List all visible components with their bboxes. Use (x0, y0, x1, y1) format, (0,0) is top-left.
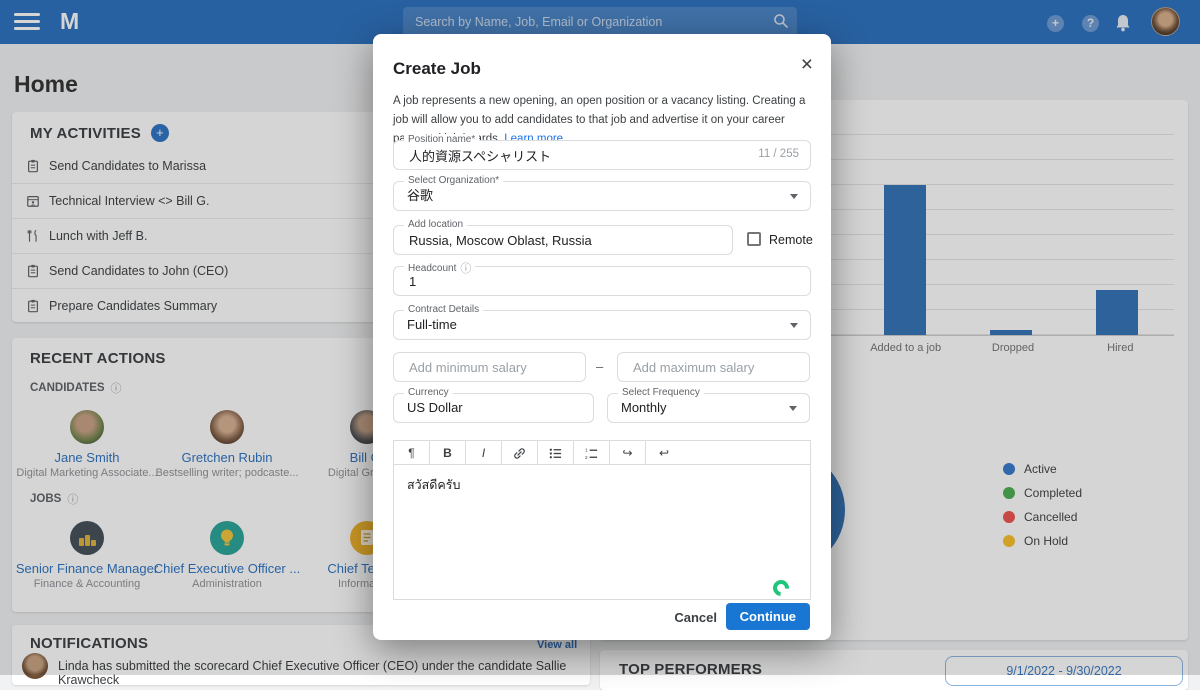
editor-textarea[interactable]: สวัสดีครับ (394, 465, 810, 599)
location-field[interactable]: Add location (393, 225, 733, 255)
position-name-field[interactable]: Position name* 11 / 255 (393, 140, 811, 170)
editor-toolbar: ¶ B I 12 ↪ ↩ (394, 441, 810, 465)
redo-icon[interactable]: ↪ (610, 441, 646, 465)
contract-select[interactable]: Contract Details Full-time (393, 310, 811, 340)
link-icon[interactable] (502, 441, 538, 465)
svg-text:2: 2 (585, 455, 588, 460)
italic-icon[interactable]: I (466, 441, 502, 465)
currency-value: US Dollar (407, 394, 463, 422)
close-icon[interactable]: × (801, 54, 813, 75)
undo-icon[interactable]: ↩ (646, 441, 682, 465)
max-salary-input[interactable] (631, 353, 793, 381)
create-job-modal: Create Job × A job represents a new open… (373, 34, 831, 640)
salary-range-dash: – (596, 359, 603, 374)
svg-text:1: 1 (585, 447, 588, 452)
cancel-button[interactable]: Cancel (668, 609, 723, 626)
max-salary-field[interactable] (617, 352, 810, 382)
remote-label: Remote (769, 233, 813, 247)
remote-checkbox[interactable] (747, 232, 761, 246)
modal-title: Create Job (393, 59, 481, 79)
description-editor: ¶ B I 12 ↪ ↩ สวัสดีครับ (393, 440, 811, 600)
contract-value: Full-time (407, 311, 457, 339)
char-counter: 11 / 255 (758, 148, 799, 160)
position-name-input[interactable] (407, 141, 698, 169)
bullet-list-icon[interactable] (538, 441, 574, 465)
min-salary-field[interactable] (393, 352, 586, 382)
paragraph-icon[interactable]: ¶ (394, 441, 430, 465)
headcount-input[interactable] (407, 267, 761, 295)
currency-field[interactable]: Currency US Dollar (393, 393, 594, 423)
min-salary-input[interactable] (407, 353, 569, 381)
frequency-value: Monthly (621, 394, 667, 422)
numbered-list-icon[interactable]: 12 (574, 441, 610, 465)
chevron-down-icon[interactable] (790, 323, 798, 328)
bold-icon[interactable]: B (430, 441, 466, 465)
organization-value: 谷歌 (407, 182, 433, 210)
chevron-down-icon[interactable] (789, 406, 797, 411)
organization-select[interactable]: Select Organization* 谷歌 (393, 181, 811, 211)
continue-button[interactable]: Continue (726, 603, 810, 630)
frequency-select[interactable]: Select Frequency Monthly (607, 393, 810, 423)
location-input[interactable] (407, 226, 694, 254)
chevron-down-icon[interactable] (790, 194, 798, 199)
headcount-field[interactable]: Headcountⓘ (393, 266, 811, 296)
